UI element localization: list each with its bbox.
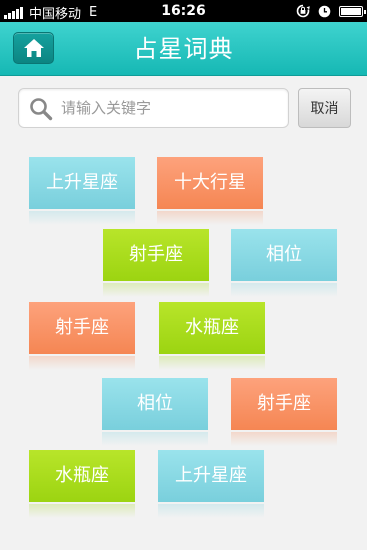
status-right [288,4,366,18]
home-icon [23,39,44,57]
page-title: 占星词典 [133,35,234,63]
search-box [18,88,289,128]
tag-sagittarius[interactable]: 射手座 [231,378,337,446]
tag-ascendant[interactable]: 上升星座 [158,450,264,518]
rotation-lock-icon [296,4,310,18]
status-bar: 中国移动 E 16:26 [0,0,367,22]
app-header: 占星词典 [0,22,367,76]
tag-aquarius[interactable]: 水瓶座 [29,450,135,518]
home-button[interactable] [13,32,54,64]
search-input[interactable] [61,89,281,127]
search-icon [30,98,53,121]
tag-ascendant[interactable]: 上升星座 [29,157,135,225]
tag-ten-planets[interactable]: 十大行星 [157,157,263,225]
battery-icon [339,5,366,17]
tag-aquarius[interactable]: 水瓶座 [159,302,265,370]
tag-aspect[interactable]: 相位 [102,378,208,446]
alarm-clock-icon [318,5,331,17]
cancel-button[interactable]: 取消 [298,88,351,128]
tag-sagittarius[interactable]: 射手座 [29,302,135,370]
tag-sagittarius[interactable]: 射手座 [103,229,209,297]
tag-aspect[interactable]: 相位 [231,229,337,297]
